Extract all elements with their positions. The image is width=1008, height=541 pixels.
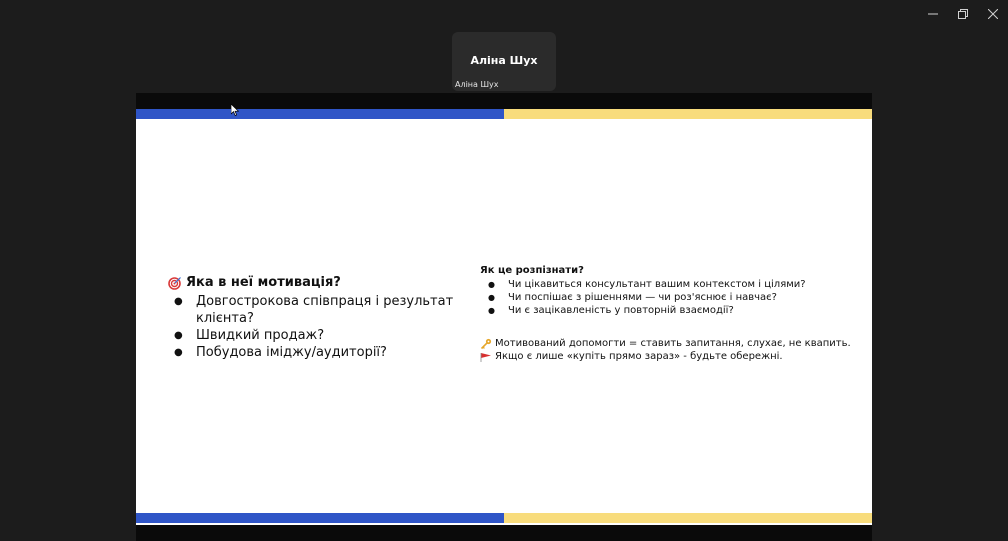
band-blue	[136, 513, 504, 523]
band-yellow	[504, 513, 872, 523]
note-text: Якщо є лише «купіть прямо зараз» - будьт…	[495, 351, 783, 362]
window-controls	[918, 0, 1008, 28]
motivation-title: Яка в неї мотивація?	[168, 275, 468, 290]
restore-button[interactable]	[948, 0, 978, 28]
list-item: Довгострокова співпраця і результат кліє…	[168, 293, 468, 327]
top-color-band	[136, 109, 872, 119]
list-item: Швидкий продаж?	[168, 327, 468, 344]
list-item: Чи цікавиться консультант вашим контекст…	[480, 278, 860, 291]
restore-icon	[958, 9, 968, 19]
motivation-list: Довгострокова співпраця і результат кліє…	[168, 293, 468, 361]
motivation-title-text: Яка в неї мотивація?	[186, 275, 341, 290]
minimize-button[interactable]	[918, 0, 948, 28]
note-text: Мотивований допомогти = ставить запитанн…	[495, 338, 851, 349]
recognize-title: Як це розпізнати?	[480, 265, 584, 276]
bottom-color-band	[136, 513, 872, 523]
mouse-cursor-icon	[231, 104, 239, 116]
note-flag: Якщо є лише «купіть прямо зараз» - будьт…	[480, 350, 860, 363]
participant-display-name: Аліна Шух	[470, 54, 538, 67]
band-yellow	[504, 109, 872, 119]
band-blue	[136, 109, 504, 119]
key-icon	[480, 338, 492, 349]
recognize-list: Чи цікавиться консультант вашим контекст…	[480, 278, 860, 317]
close-icon	[988, 9, 998, 19]
participant-tile[interactable]: Аліна Шух Аліна Шух	[452, 32, 556, 91]
participant-name-label: Аліна Шух	[455, 80, 499, 89]
target-icon	[168, 276, 181, 290]
close-button[interactable]	[978, 0, 1008, 28]
minimize-icon	[928, 13, 938, 15]
list-item: Побудова іміджу/аудиторії?	[168, 344, 468, 361]
presentation-slide: Яка в неї мотивація? Довгострокова співп…	[136, 109, 872, 525]
recognize-section: Як це розпізнати? Чи цікавиться консульт…	[480, 265, 860, 363]
note-key: Мотивований допомогти = ставить запитанн…	[480, 337, 860, 350]
shared-screen: Яка в неї мотивація? Довгострокова співп…	[136, 93, 872, 541]
red-flag-icon	[480, 352, 491, 362]
list-item: Чи є зацікавленість у повторній взаємоді…	[480, 304, 860, 317]
notes: Мотивований допомогти = ставить запитанн…	[480, 337, 860, 363]
motivation-section: Яка в неї мотивація? Довгострокова співп…	[168, 275, 468, 361]
list-item: Чи поспішає з рішеннями — чи роз'яснює і…	[480, 291, 860, 304]
